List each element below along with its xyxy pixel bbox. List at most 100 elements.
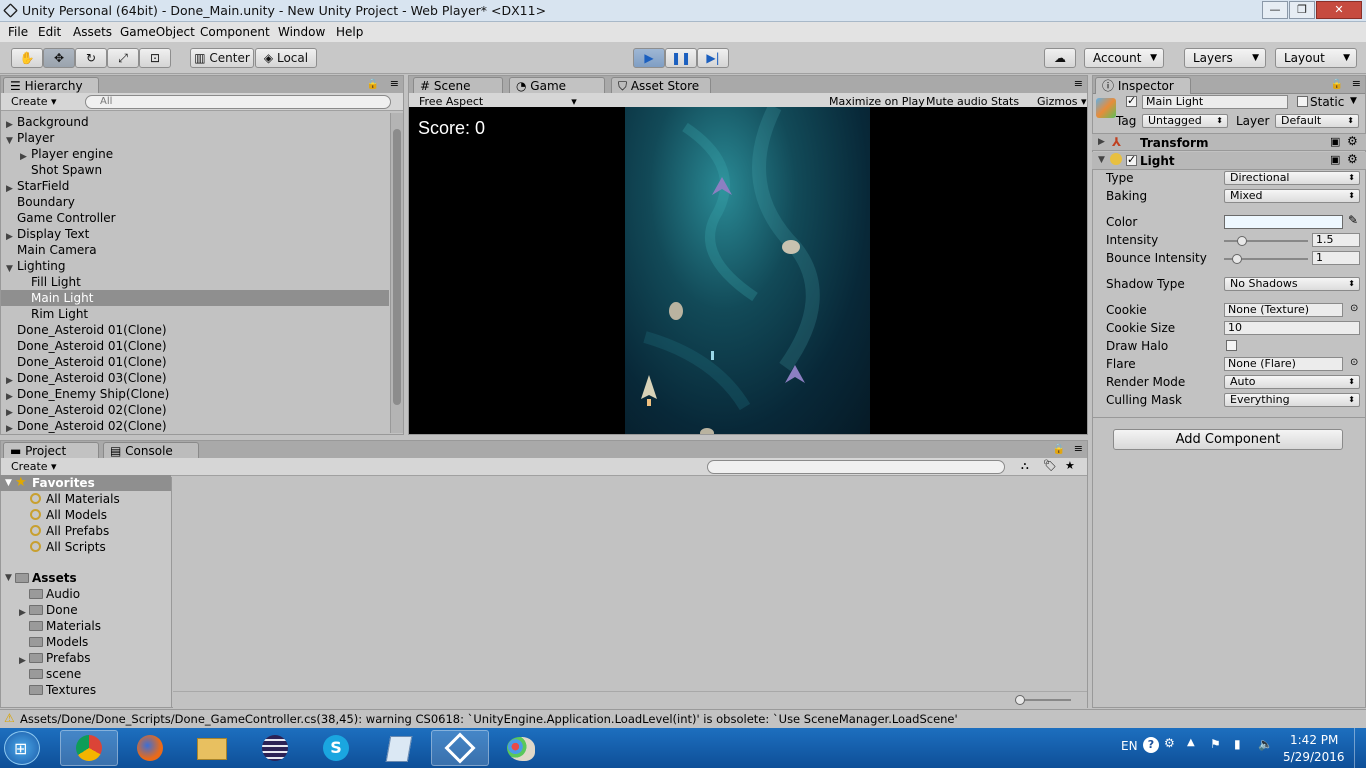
scale-tool-button[interactable]: ⤢ (107, 48, 139, 68)
zoom-slider-handle[interactable] (1015, 695, 1025, 705)
shadow-type-dropdown[interactable]: No Shadows ⬍ (1224, 277, 1360, 291)
flare-field[interactable]: None (Flare) (1224, 357, 1343, 371)
tray-expand-icon[interactable]: ▲ (1187, 737, 1195, 748)
project-create-button[interactable]: Create ▾ (11, 459, 57, 475)
action-center-icon[interactable]: ⚑ (1210, 737, 1221, 751)
layer-dropdown[interactable]: Default ⬍ (1275, 114, 1359, 128)
help-icon[interactable]: ▣ (1330, 135, 1340, 148)
minimize-button[interactable]: — (1262, 1, 1288, 19)
menu-file[interactable]: File (8, 25, 28, 39)
tab-console[interactable]: ▤ Console (103, 442, 199, 459)
hierarchy-item[interactable]: Rim Light (1, 306, 389, 322)
hierarchy-item[interactable]: ▶ StarField (1, 178, 389, 194)
favorite-item[interactable]: All Prefabs (0, 523, 171, 539)
culling-mask-dropdown[interactable]: Everything ⬍ (1224, 393, 1360, 407)
panel-menu-icon[interactable]: ≡ (1074, 441, 1083, 457)
close-button[interactable]: ✕ (1316, 1, 1362, 19)
menu-assets[interactable]: Assets (73, 25, 112, 39)
asset-folder[interactable]: Textures (0, 682, 171, 698)
gear-icon[interactable]: ⚙ (1347, 152, 1358, 166)
help-icon[interactable]: ? (1143, 737, 1159, 753)
cookie-size-field[interactable]: 10 (1224, 321, 1360, 335)
maximize-button[interactable]: ❐ (1289, 1, 1315, 19)
hierarchy-search-input[interactable]: All (85, 95, 391, 109)
hierarchy-item[interactable]: Done_Asteroid 01(Clone) (1, 338, 389, 354)
hierarchy-item[interactable]: ▶ Done_Asteroid 03(Clone) (1, 370, 389, 386)
tab-scene[interactable]: # Scene (413, 77, 503, 94)
chevron-down-icon[interactable]: ▼ (1350, 96, 1357, 106)
baking-dropdown[interactable]: Mixed ⬍ (1224, 189, 1360, 203)
start-button[interactable]: ⊞ (4, 731, 40, 765)
hierarchy-item[interactable]: Done_Asteroid 01(Clone) (1, 322, 389, 338)
panel-menu-icon[interactable]: ≡ (1352, 76, 1361, 92)
project-search-input[interactable] (707, 460, 1005, 474)
scrollbar-thumb[interactable] (393, 129, 401, 405)
cloud-button[interactable]: ☁ (1044, 48, 1076, 68)
move-tool-button[interactable]: ✥ (43, 48, 75, 68)
hierarchy-item[interactable]: ▼ Player (1, 130, 389, 146)
menu-component[interactable]: Component (200, 25, 270, 39)
play-button[interactable]: ▶ (633, 48, 665, 68)
hierarchy-item[interactable]: Game Controller (1, 210, 389, 226)
hierarchy-item[interactable]: Done_Asteroid 01(Clone) (1, 354, 389, 370)
asset-folder[interactable]: scene (0, 666, 171, 682)
asset-folder[interactable]: Materials (0, 618, 171, 634)
favorites-header[interactable]: ▼ ★ Favorites (0, 475, 171, 491)
assets-header[interactable]: ▼ Assets (0, 570, 171, 586)
hierarchy-item[interactable]: ▶ Display Text (1, 226, 389, 242)
tab-game[interactable]: ◔ Game (509, 77, 605, 94)
object-picker-icon[interactable]: ⊙ (1350, 303, 1358, 314)
intensity-slider-handle[interactable] (1237, 236, 1247, 246)
color-field[interactable] (1224, 215, 1343, 229)
hierarchy-item[interactable]: Main Light (1, 290, 389, 306)
bounce-slider-handle[interactable] (1232, 254, 1242, 264)
taskbar-explorer[interactable] (182, 730, 240, 766)
taskbar-unity[interactable] (431, 730, 489, 766)
transform-header[interactable]: ▶ ⅄ Transform ▣ ⚙ (1092, 133, 1366, 151)
hierarchy-item[interactable]: ▶ Background (1, 114, 389, 130)
lock-icon[interactable]: 🔒 (367, 77, 379, 93)
taskbar-firefox[interactable] (121, 730, 179, 766)
favorite-item[interactable]: All Models (0, 507, 171, 523)
account-dropdown[interactable]: Account ▼ (1084, 48, 1164, 68)
pivot-local-button[interactable]: ◈ Local (255, 48, 317, 68)
layout-dropdown[interactable]: Layout ▼ (1275, 48, 1357, 68)
add-component-button[interactable]: Add Component (1113, 429, 1343, 450)
cookie-field[interactable]: None (Texture) (1224, 303, 1343, 317)
light-header[interactable]: ▼ ✓ Light ▣ ⚙ (1092, 152, 1366, 170)
layers-dropdown[interactable]: Layers ▼ (1184, 48, 1266, 68)
eyedropper-icon[interactable]: ✎ (1348, 213, 1358, 227)
hierarchy-item[interactable]: ▶ Done_Enemy Ship(Clone) (1, 386, 389, 402)
type-dropdown[interactable]: Directional ⬍ (1224, 171, 1360, 185)
taskbar-chrome[interactable] (60, 730, 118, 766)
render-mode-dropdown[interactable]: Auto ⬍ (1224, 375, 1360, 389)
step-button[interactable]: ▶| (697, 48, 729, 68)
hierarchy-item[interactable]: Shot Spawn (1, 162, 389, 178)
status-bar[interactable]: ⚠ Assets/Done/Done_Scripts/Done_GameCont… (0, 709, 1366, 728)
object-picker-icon[interactable]: ⊙ (1350, 357, 1358, 368)
expand-arrow-icon[interactable]: ▶ (6, 421, 13, 437)
static-checkbox[interactable] (1297, 96, 1308, 107)
draw-halo-checkbox[interactable] (1226, 340, 1237, 351)
pause-button[interactable]: ❚❚ (665, 48, 697, 68)
hierarchy-item[interactable]: ▶ Done_Asteroid 02(Clone) (1, 402, 389, 418)
taskbar-notepad[interactable] (370, 730, 428, 766)
volume-icon[interactable]: 🔈 (1258, 737, 1273, 751)
menu-window[interactable]: Window (278, 25, 325, 39)
asset-folder[interactable]: ▶ Done (0, 602, 171, 618)
tab-asset-store[interactable]: ⛉ Asset Store (611, 77, 711, 94)
clock-date[interactable]: 5/29/2016 (1283, 750, 1345, 764)
asset-folder[interactable]: Audio (0, 586, 171, 602)
favorite-item[interactable]: All Scripts (0, 539, 171, 555)
panel-menu-icon[interactable]: ≡ (390, 76, 399, 92)
pivot-center-button[interactable]: ▥ Center (190, 48, 254, 68)
settings-tray-icon[interactable]: ⚙ (1164, 736, 1175, 750)
hand-tool-button[interactable]: ✋ (11, 48, 43, 68)
rect-tool-button[interactable]: ⊡ (139, 48, 171, 68)
menu-edit[interactable]: Edit (38, 25, 61, 39)
hierarchy-create-button[interactable]: Create ▾ (11, 94, 57, 110)
tab-project[interactable]: ▬ Project (3, 442, 99, 459)
hierarchy-item[interactable]: Fill Light (1, 274, 389, 290)
language-indicator[interactable]: EN (1121, 739, 1138, 753)
lock-icon[interactable]: 🔒 (1053, 442, 1065, 458)
